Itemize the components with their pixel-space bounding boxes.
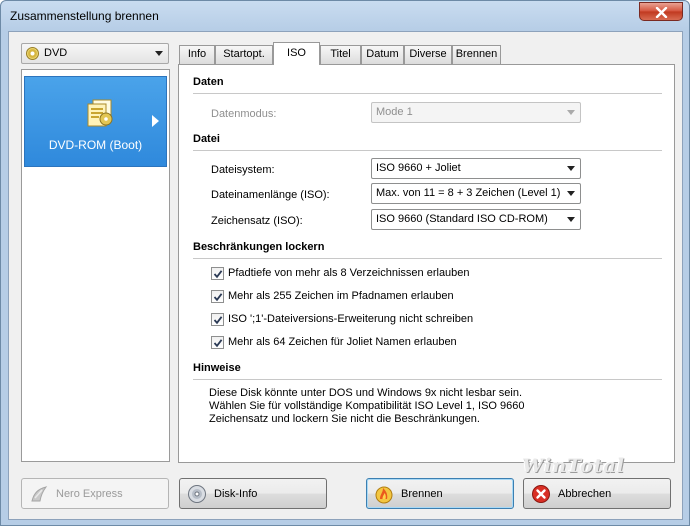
section-divider bbox=[193, 258, 662, 259]
tab-info[interactable]: Info bbox=[179, 45, 215, 64]
zeichensatz-dropdown[interactable]: ISO 9660 (Standard ISO CD-ROM) bbox=[371, 209, 581, 230]
dvd-rom-boot-icon bbox=[87, 99, 113, 127]
section-heading-datei: Datei bbox=[193, 133, 220, 145]
tab-iso[interactable]: ISO bbox=[273, 42, 320, 65]
section-heading-daten: Daten bbox=[193, 76, 224, 88]
title-bar[interactable]: Zusammenstellung brennen bbox=[1, 1, 689, 31]
dateisystem-label: Dateisystem: bbox=[211, 164, 275, 176]
compilation-type-list[interactable]: DVD-ROM (Boot) bbox=[21, 69, 170, 462]
pfadname-label: Mehr als 255 Zeichen im Pfadnamen erlaub… bbox=[228, 290, 454, 302]
tab-titel[interactable]: Titel bbox=[320, 45, 361, 64]
chevron-down-icon bbox=[155, 51, 163, 56]
datenmodus-dropdown: Mode 1 bbox=[371, 102, 581, 123]
compilation-type-label: DVD-ROM (Boot) bbox=[48, 138, 143, 152]
hint-line: Diese Disk könnte unter DOS und Windows … bbox=[209, 387, 523, 399]
section-heading-beschraenkungen: Beschränkungen lockern bbox=[193, 241, 325, 253]
chevron-right-icon bbox=[152, 115, 159, 127]
checkmark-icon bbox=[213, 293, 223, 302]
abbrechen-label: Abbrechen bbox=[558, 488, 612, 500]
section-divider bbox=[193, 93, 662, 94]
brennen-label: Brennen bbox=[401, 488, 443, 500]
dateinamenlaenge-value: Max. von 11 = 8 + 3 Zeichen (Level 1) bbox=[376, 187, 561, 199]
datenmodus-label: Datenmodus: bbox=[211, 108, 277, 120]
disk-info-icon bbox=[188, 485, 206, 503]
zeichensatz-value: ISO 9660 (Standard ISO CD-ROM) bbox=[376, 213, 548, 225]
joliet-label: Mehr als 64 Zeichen für Joliet Namen erl… bbox=[228, 336, 457, 348]
iso-tab-panel: Daten Datenmodus: Mode 1 Datei Dateisyst… bbox=[178, 64, 675, 463]
close-icon bbox=[655, 7, 668, 18]
disk-info-button[interactable]: Disk-Info bbox=[179, 478, 327, 509]
joliet-checkbox[interactable] bbox=[211, 336, 224, 349]
section-divider bbox=[193, 379, 662, 380]
tab-startopt[interactable]: Startopt. bbox=[215, 45, 273, 64]
checkmark-icon bbox=[213, 270, 223, 279]
burn-icon bbox=[375, 486, 393, 504]
hint-line: Zeichensatz und lockern Sie nicht die Be… bbox=[209, 413, 480, 425]
hint-line: Wählen Sie für vollständige Kompatibilit… bbox=[209, 400, 525, 412]
abbrechen-button[interactable]: Abbrechen bbox=[523, 478, 671, 509]
hints-text: Diese Disk könnte unter DOS und Windows … bbox=[209, 387, 525, 426]
window-title: Zusammenstellung brennen bbox=[10, 9, 159, 23]
pfadtiefe-label: Pfadtiefe von mehr als 8 Verzeichnissen … bbox=[228, 267, 470, 279]
dialog-window: Zusammenstellung brennen DVD DVD-ROM (Bo… bbox=[0, 0, 690, 526]
nero-express-icon bbox=[31, 486, 48, 502]
tab-diverse[interactable]: Diverse bbox=[404, 45, 452, 64]
dvd-disc-icon bbox=[26, 47, 39, 60]
disk-info-label: Disk-Info bbox=[214, 488, 258, 500]
disc-type-dropdown[interactable]: DVD bbox=[21, 43, 169, 64]
section-heading-hinweise: Hinweise bbox=[193, 362, 241, 374]
pfadtiefe-checkbox[interactable] bbox=[211, 267, 224, 280]
chevron-down-icon bbox=[567, 110, 575, 115]
checkmark-icon bbox=[213, 316, 223, 325]
brennen-button[interactable]: Brennen bbox=[366, 478, 514, 509]
nero-express-label: Nero Express bbox=[56, 488, 123, 500]
disc-type-value: DVD bbox=[44, 47, 68, 59]
datenmodus-value: Mode 1 bbox=[376, 106, 413, 118]
chevron-down-icon bbox=[567, 217, 575, 222]
dateisystem-value: ISO 9660 + Joliet bbox=[376, 162, 461, 174]
dateiversion-checkbox[interactable] bbox=[211, 313, 224, 326]
cancel-icon bbox=[532, 485, 550, 503]
dialog-client-area: DVD DVD-ROM (Boot) Info Startopt. ISO Ti… bbox=[8, 31, 683, 520]
chevron-down-icon bbox=[567, 166, 575, 171]
nero-express-button[interactable]: Nero Express bbox=[21, 478, 169, 509]
zeichensatz-label: Zeichensatz (ISO): bbox=[211, 215, 303, 227]
compilation-type-item-selected[interactable]: DVD-ROM (Boot) bbox=[24, 76, 167, 167]
chevron-down-icon bbox=[567, 191, 575, 196]
dateiversion-label: ISO ';1'-Dateiversions-Erweiterung nicht… bbox=[228, 313, 474, 325]
tab-datum[interactable]: Datum bbox=[361, 45, 404, 64]
close-button[interactable] bbox=[639, 2, 683, 21]
dateinamenlaenge-dropdown[interactable]: Max. von 11 = 8 + 3 Zeichen (Level 1) bbox=[371, 183, 581, 204]
dateinamenlaenge-label: Dateinamenlänge (ISO): bbox=[211, 189, 330, 201]
checkmark-icon bbox=[213, 339, 223, 348]
section-divider bbox=[193, 150, 662, 151]
dateisystem-dropdown[interactable]: ISO 9660 + Joliet bbox=[371, 158, 581, 179]
tab-brennen[interactable]: Brennen bbox=[452, 45, 501, 64]
pfadname-checkbox[interactable] bbox=[211, 290, 224, 303]
wintotal-watermark: WinTotal bbox=[522, 455, 625, 477]
